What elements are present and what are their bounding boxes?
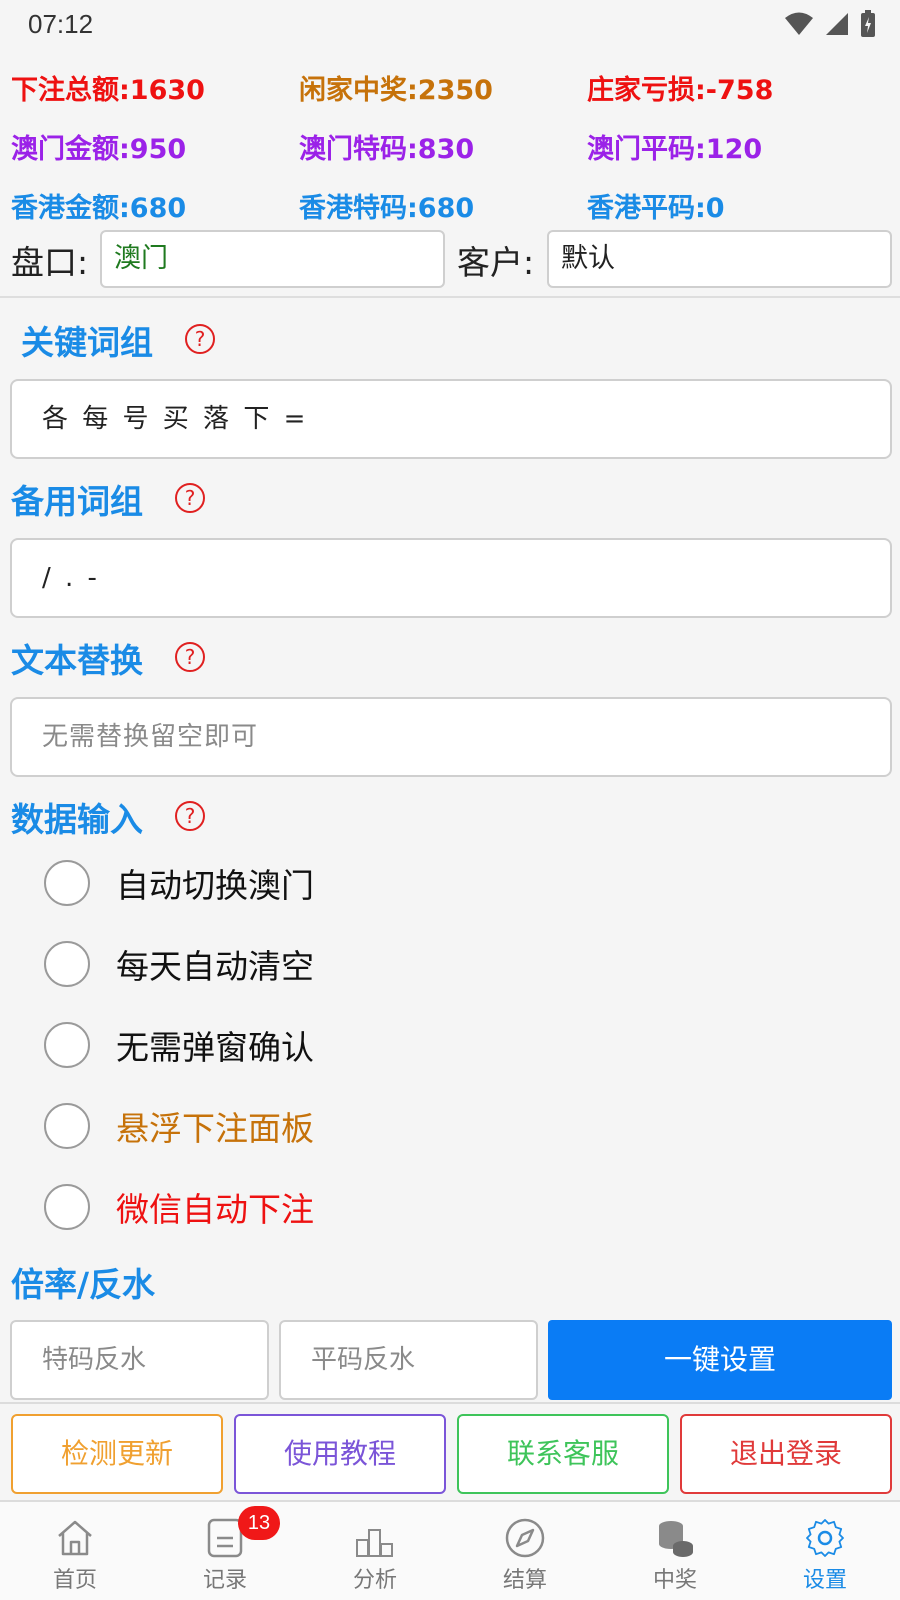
stat-macau-special: 澳门特码:830 bbox=[299, 134, 475, 165]
special-rebate-input[interactable]: 特码反水 bbox=[10, 1320, 269, 1400]
replace-input[interactable]: 无需替换留空即可 bbox=[10, 697, 892, 777]
stat-macau-normal: 澳门平码:120 bbox=[587, 134, 763, 165]
tab-records[interactable]: 13 记录 bbox=[150, 1502, 300, 1600]
radio-label: 无需弹窗确认 bbox=[116, 1028, 314, 1067]
tab-label: 首页 bbox=[52, 1568, 97, 1593]
radio-button[interactable] bbox=[44, 1022, 90, 1068]
gear-icon bbox=[806, 1519, 844, 1557]
action-bar: 检测更新 使用教程 联系客服 退出登录 bbox=[0, 1402, 900, 1500]
rate-title: 倍率/反水 bbox=[11, 1265, 156, 1304]
backup-input[interactable]: / . - bbox=[10, 538, 892, 618]
stat-banker-loss: 庄家亏损:-758 bbox=[587, 75, 774, 106]
option-floating-bet-panel[interactable]: 悬浮下注面板 bbox=[44, 1101, 314, 1151]
option-auto-switch-macau[interactable]: 自动切换澳门 bbox=[44, 858, 314, 908]
wifi-icon bbox=[785, 12, 813, 35]
radio-label: 悬浮下注面板 bbox=[116, 1109, 314, 1148]
stat-player-win: 闲家中奖:2350 bbox=[299, 75, 493, 106]
radio-button[interactable] bbox=[44, 860, 90, 906]
radio-button[interactable] bbox=[44, 1103, 90, 1149]
keywords-title: 关键词组 bbox=[21, 323, 153, 362]
option-no-popup-confirm[interactable]: 无需弹窗确认 bbox=[44, 1020, 314, 1070]
tab-settings[interactable]: 设置 bbox=[750, 1502, 900, 1600]
battery-icon bbox=[861, 10, 875, 37]
compass-icon bbox=[505, 1518, 545, 1558]
stat-hk-special: 香港特码:680 bbox=[299, 193, 475, 224]
contact-support-button[interactable]: 联系客服 bbox=[457, 1414, 669, 1494]
normal-rebate-input[interactable]: 平码反水 bbox=[279, 1320, 538, 1400]
backup-title: 备用词组 bbox=[11, 482, 143, 521]
radio-label: 自动切换澳门 bbox=[116, 866, 314, 905]
check-update-button[interactable]: 检测更新 bbox=[11, 1414, 223, 1494]
radio-label: 每天自动清空 bbox=[116, 947, 314, 986]
keywords-help-icon[interactable]: ? bbox=[185, 324, 215, 354]
replace-title: 文本替换 bbox=[11, 641, 143, 680]
tab-winning[interactable]: 中奖 bbox=[600, 1502, 750, 1600]
data-input-title: 数据输入 bbox=[11, 800, 143, 839]
signal-icon bbox=[826, 13, 848, 35]
tab-label: 中奖 bbox=[652, 1568, 697, 1593]
stat-hk-normal: 香港平码:0 bbox=[587, 193, 725, 224]
status-icons bbox=[784, 10, 876, 38]
logout-button[interactable]: 退出登录 bbox=[680, 1414, 892, 1494]
data-input-help-icon[interactable]: ? bbox=[175, 801, 205, 831]
market-label: 盘口: bbox=[11, 243, 89, 282]
option-wechat-auto-bet[interactable]: 微信自动下注 bbox=[44, 1182, 314, 1232]
divider bbox=[0, 296, 900, 298]
radio-label: 微信自动下注 bbox=[116, 1190, 314, 1229]
tab-analysis[interactable]: 分析 bbox=[300, 1502, 450, 1600]
backup-help-icon[interactable]: ? bbox=[175, 483, 205, 513]
stat-hk-amount: 香港金额:680 bbox=[11, 193, 187, 224]
tab-label: 结算 bbox=[502, 1568, 547, 1593]
analysis-icon bbox=[356, 1529, 393, 1557]
keywords-input[interactable]: 各 每 号 买 落 下 = bbox=[10, 379, 892, 459]
radio-button[interactable] bbox=[44, 941, 90, 987]
records-badge: 13 bbox=[238, 1506, 280, 1540]
one-click-set-button[interactable]: 一键设置 bbox=[548, 1320, 892, 1400]
radio-button[interactable] bbox=[44, 1184, 90, 1230]
customer-select[interactable]: 默认 bbox=[547, 230, 892, 288]
customer-label: 客户: bbox=[457, 243, 535, 282]
tab-home[interactable]: 首页 bbox=[0, 1502, 150, 1600]
stat-total-bet: 下注总额:1630 bbox=[11, 75, 205, 106]
tab-bar: 首页 13 记录 分析 结算 中奖 设置 bbox=[0, 1500, 900, 1600]
coins-icon bbox=[659, 1521, 693, 1557]
status-time: 07:12 bbox=[28, 9, 94, 39]
tab-label: 设置 bbox=[802, 1568, 847, 1593]
tutorial-button[interactable]: 使用教程 bbox=[234, 1414, 446, 1494]
option-daily-auto-clear[interactable]: 每天自动清空 bbox=[44, 939, 314, 989]
status-bar: 07:12 bbox=[0, 0, 900, 50]
tab-label: 记录 bbox=[202, 1568, 247, 1593]
tab-label: 分析 bbox=[352, 1568, 397, 1593]
stat-macau-amount: 澳门金额:950 bbox=[11, 134, 187, 165]
market-select[interactable]: 澳门 bbox=[100, 230, 445, 288]
home-icon bbox=[58, 1520, 92, 1556]
replace-help-icon[interactable]: ? bbox=[175, 642, 205, 672]
tab-settlement[interactable]: 结算 bbox=[450, 1502, 600, 1600]
